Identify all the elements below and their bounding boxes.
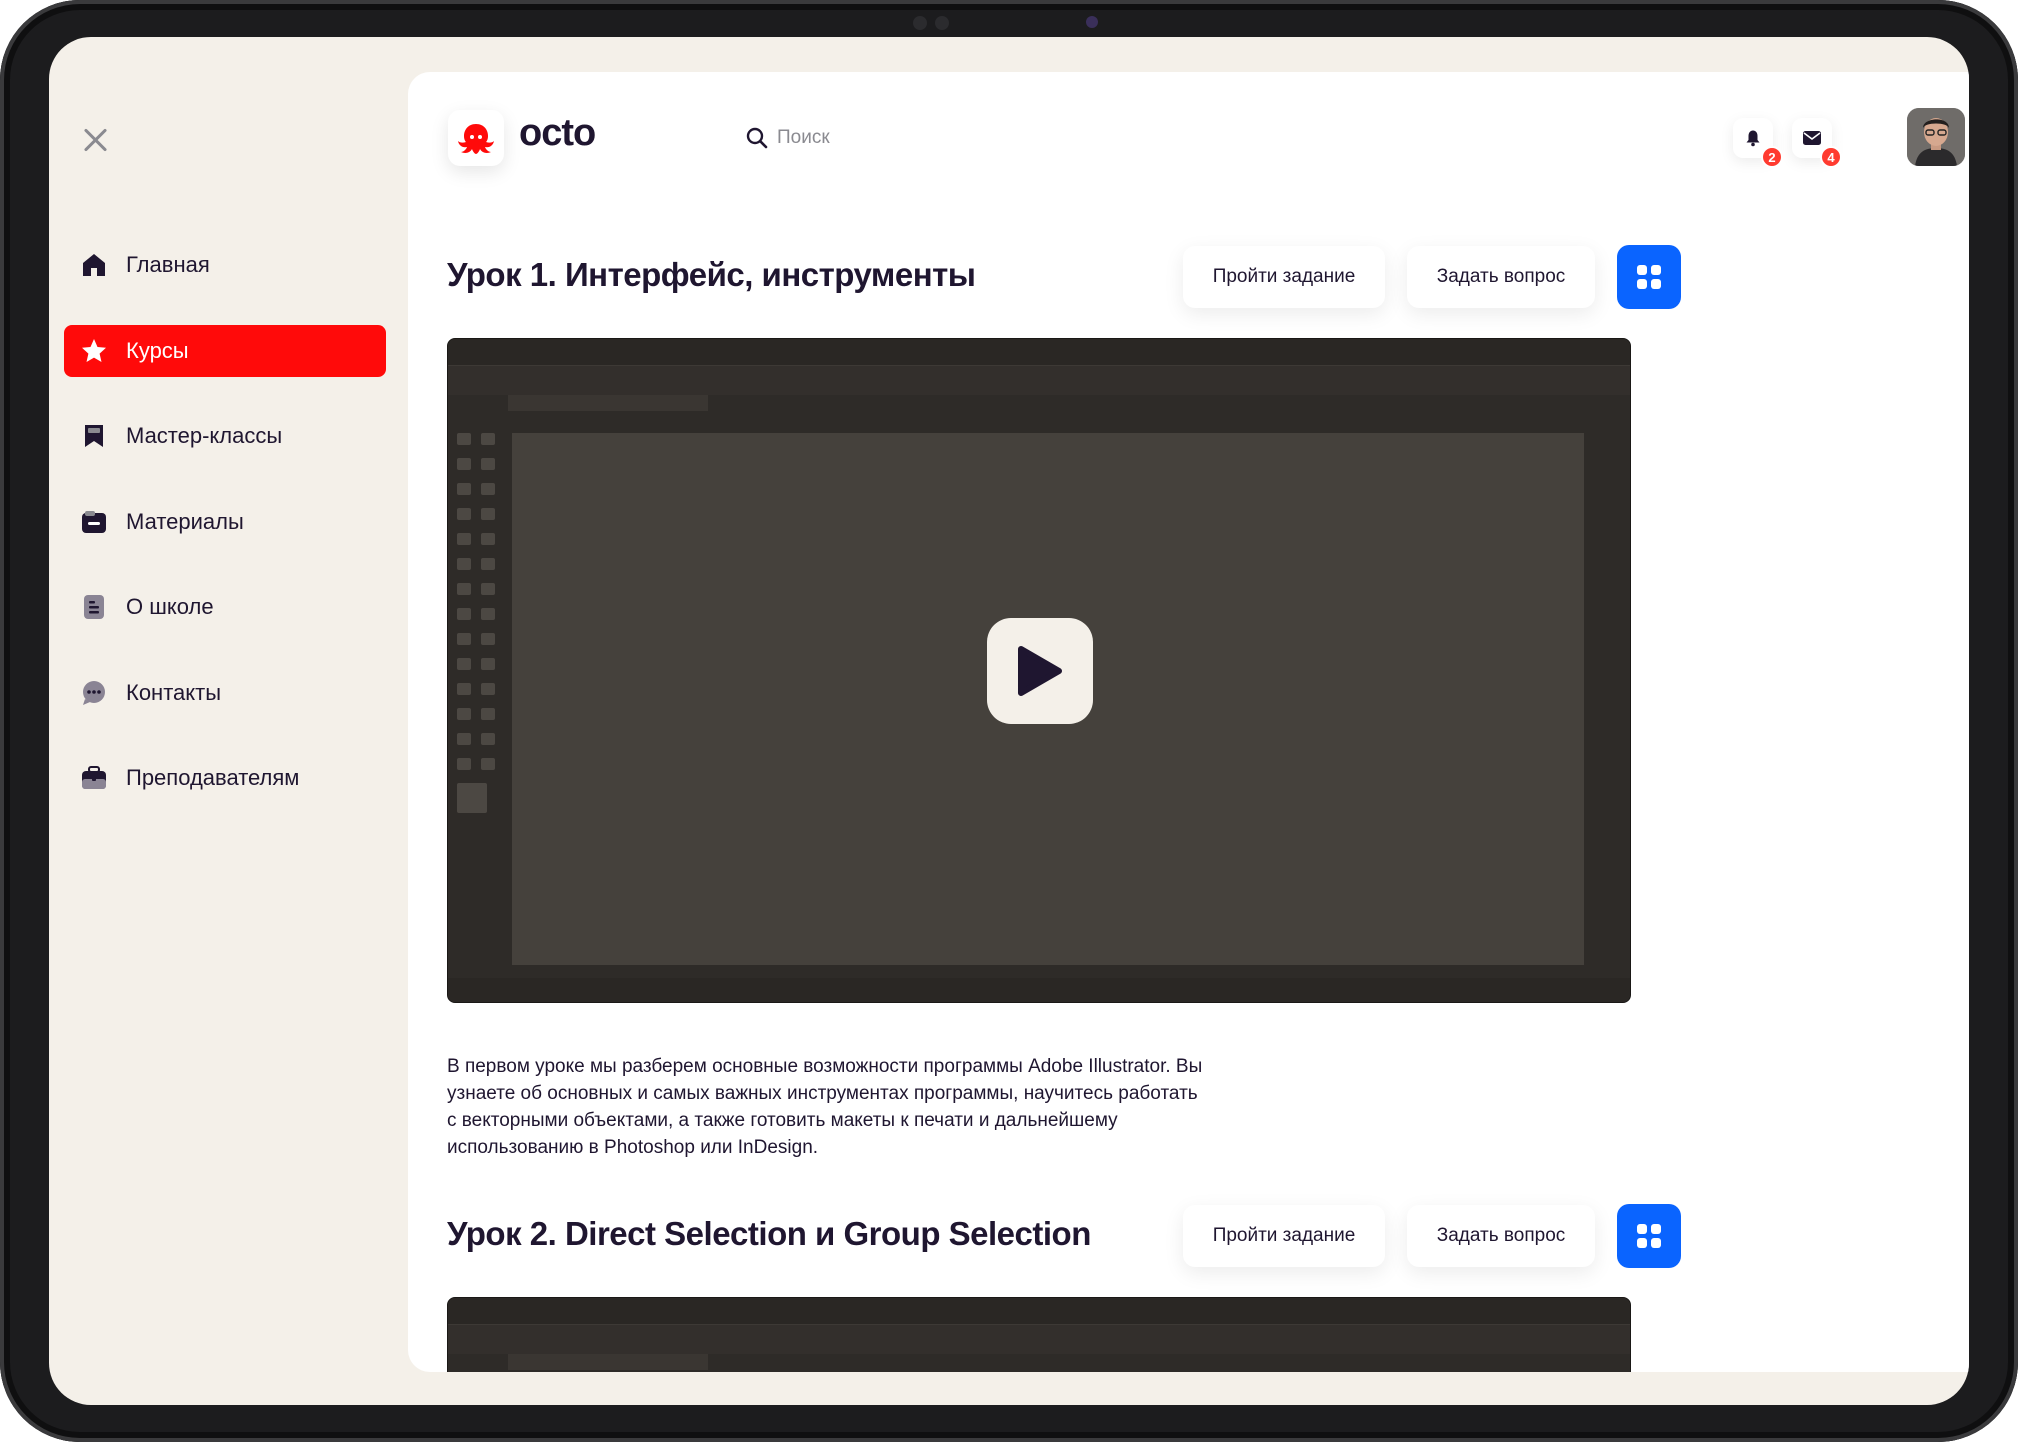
close-menu-icon[interactable] bbox=[81, 125, 111, 155]
grid-icon bbox=[1637, 265, 1661, 289]
video-app-panel bbox=[1590, 429, 1626, 849]
video-app-menubar bbox=[448, 1298, 1630, 1324]
lesson-description: В первом уроке мы разберем основные возм… bbox=[447, 1056, 1203, 1158]
sidebar-item-about[interactable]: О школе bbox=[64, 581, 386, 633]
video-app-menubar bbox=[448, 339, 1630, 365]
notifications-badge: 2 bbox=[1761, 146, 1783, 168]
sidebar-item-masterclasses[interactable]: Мастер-классы bbox=[64, 410, 386, 462]
chat-icon bbox=[80, 679, 108, 707]
brand-name: octo bbox=[519, 112, 596, 154]
briefcase-icon bbox=[80, 764, 108, 792]
take-task-button[interactable]: Пройти задание bbox=[1183, 1205, 1385, 1267]
tablet-frame: Главная Курсы Мастер-классы Материалы О … bbox=[0, 0, 2018, 1442]
document-icon bbox=[80, 593, 108, 621]
sidebar-item-label: Главная bbox=[126, 252, 210, 277]
avatar[interactable] bbox=[1907, 108, 1965, 166]
sidebar-item-label: Преподавателям bbox=[126, 765, 300, 790]
video-app-toolbar bbox=[448, 1324, 1630, 1354]
messages-button[interactable]: 4 bbox=[1792, 118, 1842, 168]
video-app-tab bbox=[508, 1354, 708, 1370]
notifications-button[interactable]: 2 bbox=[1733, 118, 1783, 168]
ask-question-button[interactable]: Задать вопрос bbox=[1407, 1205, 1595, 1267]
camera-dot bbox=[1086, 16, 1098, 28]
sidebar-item-teachers[interactable]: Преподавателям bbox=[64, 752, 386, 804]
sidebar-item-home[interactable]: Главная bbox=[64, 239, 386, 291]
messages-badge: 4 bbox=[1820, 146, 1842, 168]
sidebar-nav: Главная Курсы Мастер-классы Материалы О … bbox=[64, 239, 386, 838]
grid-icon bbox=[1637, 1224, 1661, 1248]
bell-icon bbox=[1746, 130, 1760, 147]
play-icon bbox=[1018, 646, 1062, 696]
play-button[interactable] bbox=[987, 618, 1093, 724]
folder-icon bbox=[80, 508, 108, 536]
sidebar-item-courses[interactable]: Курсы bbox=[64, 324, 386, 377]
screen: Главная Курсы Мастер-классы Материалы О … bbox=[49, 37, 1969, 1405]
search-bar[interactable] bbox=[745, 126, 977, 150]
sidebar-item-label: Материалы bbox=[126, 508, 244, 534]
take-task-button[interactable]: Пройти задание bbox=[1183, 246, 1385, 308]
sensor-dot bbox=[913, 16, 927, 30]
lesson-title: Урок 1. Интерфейс, инструменты bbox=[447, 256, 976, 293]
lesson-title: Урок 2. Direct Selection и Group Selecti… bbox=[447, 1215, 1091, 1252]
video-app-statusbar bbox=[448, 978, 1630, 1002]
ask-question-button[interactable]: Задать вопрос bbox=[1407, 246, 1595, 308]
sidebar-item-label: Контакты bbox=[126, 679, 222, 705]
mail-icon bbox=[1803, 131, 1821, 145]
logo[interactable] bbox=[448, 110, 504, 166]
video-app-toolbar bbox=[448, 365, 1630, 395]
bookmark-icon bbox=[80, 422, 108, 450]
lesson-menu-button[interactable] bbox=[1617, 245, 1681, 309]
sidebar-item-label: О школе bbox=[126, 594, 214, 619]
lesson-menu-button[interactable] bbox=[1617, 1204, 1681, 1268]
sidebar-item-label: Курсы bbox=[126, 337, 189, 363]
search-input[interactable] bbox=[777, 127, 977, 149]
sidebar-item-contacts[interactable]: Контакты bbox=[64, 667, 386, 719]
octopus-icon bbox=[458, 124, 494, 154]
star-icon bbox=[80, 337, 108, 365]
video-player[interactable] bbox=[447, 338, 1631, 1003]
sidebar-item-materials[interactable]: Материалы bbox=[64, 496, 386, 548]
video-app-tab bbox=[508, 395, 708, 411]
home-icon bbox=[80, 251, 108, 279]
video-app-toolbox bbox=[452, 429, 506, 849]
sidebar-item-label: Мастер-классы bbox=[126, 423, 283, 448]
search-icon bbox=[746, 127, 768, 149]
user-photo bbox=[1907, 108, 1965, 166]
sensor-dot bbox=[935, 16, 949, 30]
video-player[interactable] bbox=[447, 1297, 1631, 1372]
main-panel: octo 2 4 bbox=[408, 72, 1969, 1372]
